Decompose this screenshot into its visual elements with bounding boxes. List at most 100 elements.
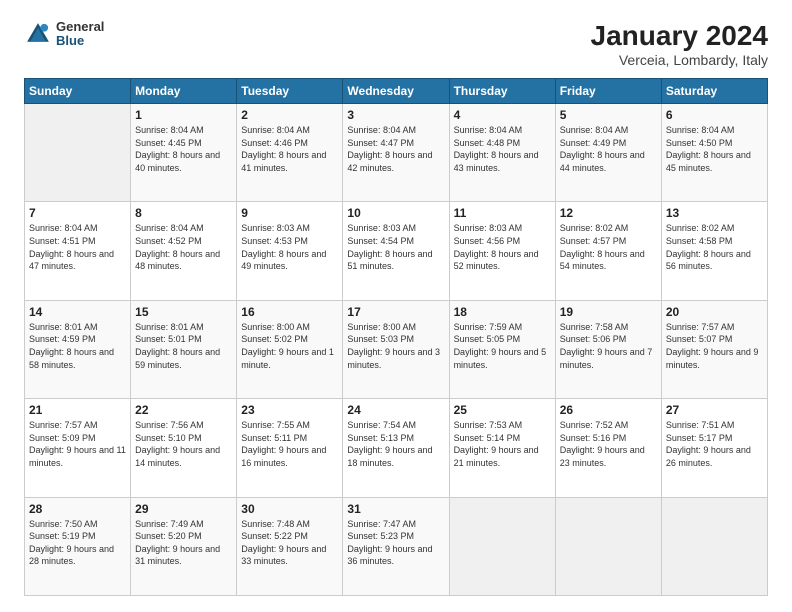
day-number: 6 [666, 108, 763, 122]
day-info: Sunrise: 8:04 AMSunset: 4:47 PMDaylight:… [347, 124, 444, 174]
calendar-cell: 12Sunrise: 8:02 AMSunset: 4:57 PMDayligh… [555, 202, 661, 300]
day-info: Sunrise: 8:03 AMSunset: 4:56 PMDaylight:… [454, 222, 551, 272]
day-number: 13 [666, 206, 763, 220]
weekday-row: SundayMondayTuesdayWednesdayThursdayFrid… [25, 79, 768, 104]
day-info: Sunrise: 8:04 AMSunset: 4:46 PMDaylight:… [241, 124, 338, 174]
calendar-cell: 23 Sunrise: 7:55 AMSunset: 5:11 PMDayligh… [237, 399, 343, 497]
day-info: Sunrise: 7:52 AMSunset: 5:16 PMDaylight:… [560, 419, 657, 469]
day-number: 21 [29, 403, 126, 417]
day-number: 1 [135, 108, 232, 122]
logo-general: General [56, 20, 104, 34]
calendar-header: SundayMondayTuesdayWednesdayThursdayFrid… [25, 79, 768, 104]
calendar-subtitle: Verceia, Lombardy, Italy [591, 52, 768, 68]
day-number: 16 [241, 305, 338, 319]
day-number: 11 [454, 206, 551, 220]
weekday-header: Friday [555, 79, 661, 104]
logo: General Blue [24, 20, 104, 49]
weekday-header: Tuesday [237, 79, 343, 104]
day-number: 3 [347, 108, 444, 122]
calendar-cell: 15 Sunrise: 8:01 AMSunset: 5:01 PMDayligh… [131, 300, 237, 398]
calendar-table: SundayMondayTuesdayWednesdayThursdayFrid… [24, 78, 768, 596]
day-info: Sunrise: 8:03 AMSunset: 4:54 PMDaylight:… [347, 222, 444, 272]
day-number: 23 [241, 403, 338, 417]
day-number: 22 [135, 403, 232, 417]
day-info: Sunrise: 8:01 AMSunset: 4:59 PMDaylight:… [29, 321, 126, 371]
calendar-cell: 2 Sunrise: 8:04 AMSunset: 4:46 PMDaylight… [237, 104, 343, 202]
calendar-cell: 7Sunrise: 8:04 AMSunset: 4:51 PMDaylight… [25, 202, 131, 300]
calendar-body: 1 Sunrise: 8:04 AMSunset: 4:45 PMDaylight… [25, 104, 768, 596]
day-info: Sunrise: 7:55 AMSunset: 5:11 PMDaylight:… [241, 419, 338, 469]
weekday-header: Monday [131, 79, 237, 104]
day-number: 10 [347, 206, 444, 220]
day-info: Sunrise: 8:01 AMSunset: 5:01 PMDaylight:… [135, 321, 232, 371]
day-number: 24 [347, 403, 444, 417]
day-number: 2 [241, 108, 338, 122]
calendar-cell: 27Sunrise: 7:51 AMSunset: 5:17 PMDayligh… [661, 399, 767, 497]
calendar-cell: 1 Sunrise: 8:04 AMSunset: 4:45 PMDaylight… [131, 104, 237, 202]
calendar-cell [661, 497, 767, 595]
header: General Blue January 2024 Verceia, Lomba… [24, 20, 768, 68]
calendar-cell: 4Sunrise: 8:04 AMSunset: 4:48 PMDaylight… [449, 104, 555, 202]
day-info: Sunrise: 7:53 AMSunset: 5:14 PMDaylight:… [454, 419, 551, 469]
calendar-cell: 9Sunrise: 8:03 AMSunset: 4:53 PMDaylight… [237, 202, 343, 300]
day-number: 26 [560, 403, 657, 417]
calendar-cell: 5Sunrise: 8:04 AMSunset: 4:49 PMDaylight… [555, 104, 661, 202]
logo-text: General Blue [56, 20, 104, 49]
calendar-cell: 11 Sunrise: 8:03 AMSunset: 4:56 PMDayligh… [449, 202, 555, 300]
day-info: Sunrise: 7:59 AMSunset: 5:05 PMDaylight:… [454, 321, 551, 371]
day-number: 29 [135, 502, 232, 516]
calendar-cell: 31Sunrise: 7:47 AMSunset: 5:23 PMDayligh… [343, 497, 449, 595]
day-number: 15 [135, 305, 232, 319]
calendar-title: January 2024 [591, 20, 768, 52]
day-info: Sunrise: 7:57 AMSunset: 5:07 PMDaylight:… [666, 321, 763, 371]
day-number: 19 [560, 305, 657, 319]
calendar-cell: 25 Sunrise: 7:53 AMSunset: 5:14 PMDayligh… [449, 399, 555, 497]
calendar-cell: 20 Sunrise: 7:57 AMSunset: 5:07 PMDayligh… [661, 300, 767, 398]
calendar-cell [449, 497, 555, 595]
day-info: Sunrise: 8:04 AMSunset: 4:45 PMDaylight:… [135, 124, 232, 174]
calendar-week: 7Sunrise: 8:04 AMSunset: 4:51 PMDaylight… [25, 202, 768, 300]
weekday-header: Sunday [25, 79, 131, 104]
day-info: Sunrise: 7:48 AMSunset: 5:22 PMDaylight:… [241, 518, 338, 568]
calendar-cell [25, 104, 131, 202]
calendar-cell: 3 Sunrise: 8:04 AMSunset: 4:47 PMDaylight… [343, 104, 449, 202]
calendar-cell [555, 497, 661, 595]
calendar-cell: 18 Sunrise: 7:59 AMSunset: 5:05 PMDayligh… [449, 300, 555, 398]
calendar-cell: 17Sunrise: 8:00 AMSunset: 5:03 PMDayligh… [343, 300, 449, 398]
page: General Blue January 2024 Verceia, Lomba… [0, 0, 792, 612]
day-number: 28 [29, 502, 126, 516]
calendar-cell: 13Sunrise: 8:02 AMSunset: 4:58 PMDayligh… [661, 202, 767, 300]
day-info: Sunrise: 7:49 AMSunset: 5:20 PMDaylight:… [135, 518, 232, 568]
calendar-week: 14Sunrise: 8:01 AMSunset: 4:59 PMDayligh… [25, 300, 768, 398]
day-number: 5 [560, 108, 657, 122]
day-number: 18 [454, 305, 551, 319]
day-info: Sunrise: 7:47 AMSunset: 5:23 PMDaylight:… [347, 518, 444, 568]
calendar-cell: 26 Sunrise: 7:52 AMSunset: 5:16 PMDayligh… [555, 399, 661, 497]
weekday-header: Saturday [661, 79, 767, 104]
logo-icon [24, 20, 52, 48]
title-block: January 2024 Verceia, Lombardy, Italy [591, 20, 768, 68]
day-number: 20 [666, 305, 763, 319]
day-info: Sunrise: 7:56 AMSunset: 5:10 PMDaylight:… [135, 419, 232, 469]
day-info: Sunrise: 8:04 AMSunset: 4:52 PMDaylight:… [135, 222, 232, 272]
weekday-header: Wednesday [343, 79, 449, 104]
calendar-cell: 8 Sunrise: 8:04 AMSunset: 4:52 PMDaylight… [131, 202, 237, 300]
day-number: 27 [666, 403, 763, 417]
day-number: 9 [241, 206, 338, 220]
calendar-week: 28Sunrise: 7:50 AMSunset: 5:19 PMDayligh… [25, 497, 768, 595]
weekday-header: Thursday [449, 79, 555, 104]
calendar-cell: 6Sunrise: 8:04 AMSunset: 4:50 PMDaylight… [661, 104, 767, 202]
calendar-cell: 30 Sunrise: 7:48 AMSunset: 5:22 PMDayligh… [237, 497, 343, 595]
calendar-week: 21Sunrise: 7:57 AMSunset: 5:09 PMDayligh… [25, 399, 768, 497]
day-number: 12 [560, 206, 657, 220]
day-number: 25 [454, 403, 551, 417]
calendar-cell: 10 Sunrise: 8:03 AMSunset: 4:54 PMDayligh… [343, 202, 449, 300]
day-info: Sunrise: 7:54 AMSunset: 5:13 PMDaylight:… [347, 419, 444, 469]
day-number: 30 [241, 502, 338, 516]
calendar-cell: 28Sunrise: 7:50 AMSunset: 5:19 PMDayligh… [25, 497, 131, 595]
day-number: 17 [347, 305, 444, 319]
day-number: 8 [135, 206, 232, 220]
calendar-cell: 16Sunrise: 8:00 AMSunset: 5:02 PMDayligh… [237, 300, 343, 398]
calendar-cell: 24 Sunrise: 7:54 AMSunset: 5:13 PMDayligh… [343, 399, 449, 497]
calendar-cell: 22 Sunrise: 7:56 AMSunset: 5:10 PMDayligh… [131, 399, 237, 497]
